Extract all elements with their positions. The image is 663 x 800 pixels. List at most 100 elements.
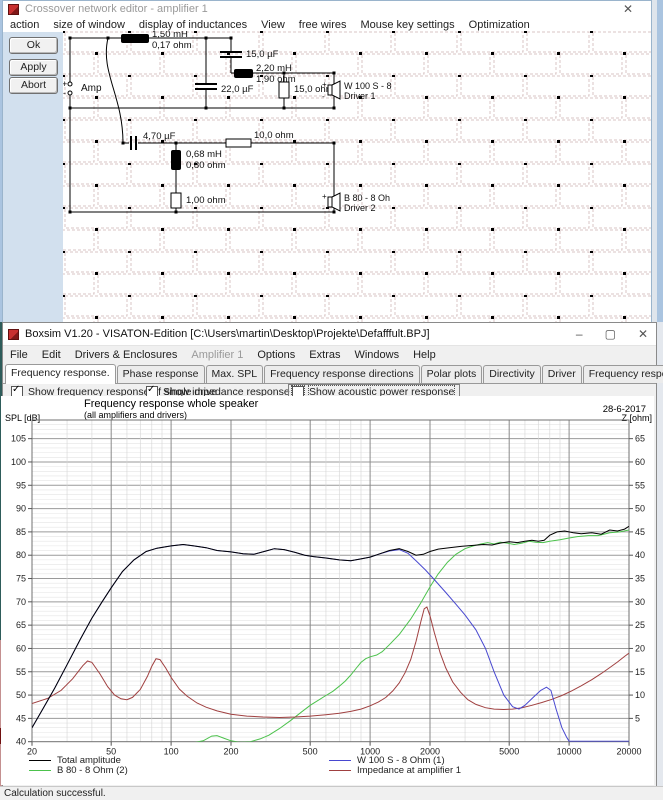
node-dot[interactable] [332, 106, 336, 110]
tick-label: 5 [635, 713, 640, 723]
tab[interactable]: Frequency response electr.. [582, 365, 663, 383]
tab[interactable]: Driver [541, 365, 582, 383]
inductor-symbol[interactable] [171, 150, 181, 170]
component-label: + [322, 192, 327, 201]
amp-minus-terminal[interactable] [67, 90, 73, 96]
node-dot[interactable] [204, 36, 208, 40]
node-dot[interactable] [204, 106, 208, 110]
component-label: 1,00 ohm [186, 195, 226, 206]
menu-item[interactable]: Optimization [462, 18, 537, 32]
legend-label: Impedance at amplifier 1 [357, 764, 462, 776]
menu-item[interactable]: View [254, 18, 292, 32]
node-dot[interactable] [229, 36, 233, 40]
tab[interactable]: Polar plots [420, 365, 483, 383]
component-label: 0,17 ohm [152, 40, 192, 51]
tick-label: 15 [635, 667, 645, 677]
tick-label: 55 [635, 480, 645, 490]
grid-pattern[interactable] [63, 31, 651, 322]
node-dot[interactable] [332, 210, 336, 214]
editor-button[interactable]: Ok [9, 37, 58, 54]
menu-item[interactable]: Options [250, 348, 302, 362]
tick-label: 80 [16, 550, 26, 560]
component-label: - [63, 88, 66, 98]
component-label: 2,20 mH [256, 63, 292, 74]
chart-plot: 1051009590858075706560555045406560555045… [11, 419, 645, 757]
resistor-symbol[interactable] [225, 138, 252, 148]
editor-button-panel: Ok Apply Abort [3, 32, 63, 322]
editor-button[interactable]: Apply [9, 59, 58, 76]
menu-item[interactable]: action [3, 18, 46, 32]
component-label: Driver 2 [344, 203, 376, 213]
tick-label: 75 [16, 574, 26, 584]
tick-label: 25 [635, 620, 645, 630]
tick-label: 50 [635, 504, 645, 514]
menu-item[interactable]: Mouse key settings [353, 18, 461, 32]
node-dot[interactable] [174, 141, 178, 145]
inductor-symbol[interactable] [121, 34, 149, 43]
tick-label: 20000 [616, 747, 641, 757]
legend-item: Impedance at amplifier 1 [329, 764, 462, 776]
crossover-editor-window: Crossover network editor - amplifier 1 ✕… [2, 0, 652, 322]
menu-item[interactable]: Edit [35, 348, 68, 362]
series-0 [32, 525, 629, 728]
node-dot[interactable] [121, 141, 125, 145]
amp-plus-terminal[interactable] [67, 81, 73, 87]
legend-swatch [329, 759, 351, 761]
plot-border [31, 419, 630, 743]
window-title: Crossover network editor - amplifier 1 [25, 3, 208, 15]
app-icon [8, 328, 19, 340]
speaker-icon[interactable] [327, 196, 333, 208]
maximize-icon[interactable]: ▢ [605, 327, 616, 341]
close-icon[interactable]: ✕ [623, 2, 633, 16]
node-dot[interactable] [106, 36, 110, 40]
menu-item[interactable]: free wires [292, 18, 354, 32]
component-label: 4,70 µF [143, 131, 176, 142]
titlebar[interactable]: Crossover network editor - amplifier 1 ✕ [3, 1, 651, 17]
node-dot[interactable] [174, 210, 178, 214]
component-label: Driver 1 [344, 91, 376, 101]
component-label: B 80 - 8 Oh [344, 193, 390, 203]
tick-label: 105 [11, 434, 26, 444]
menu-item[interactable]: size of window [46, 18, 132, 32]
menu-item[interactable]: Drivers & Enclosures [68, 348, 185, 362]
menu-item[interactable]: Extras [302, 348, 347, 362]
legend-item: Total amplitude [29, 755, 128, 766]
node-dot[interactable] [332, 141, 336, 145]
close-icon[interactable]: ✕ [638, 327, 648, 341]
titlebar[interactable]: Boxsim V1.20 - VISATON-Edition [C:\Users… [3, 323, 656, 346]
menu-item[interactable]: Windows [347, 348, 406, 362]
chart-legend: W 100 S - 8 Ohm (1) Impedance at amplifie… [329, 755, 462, 776]
desktop-background [657, 0, 663, 800]
component-label: Amp [81, 83, 102, 94]
node-dot[interactable] [282, 71, 286, 75]
tick-label: 85 [16, 527, 26, 537]
resistor-symbol[interactable] [170, 192, 182, 209]
node-dot[interactable] [68, 36, 72, 40]
menu-item[interactable]: Help [406, 348, 443, 362]
editor-button[interactable]: Abort [9, 77, 58, 94]
legend-swatch [29, 769, 51, 771]
legend-label: B 80 - 8 Ohm (2) [57, 764, 128, 776]
tab[interactable]: Directivity [483, 365, 541, 383]
resistor-symbol[interactable] [278, 81, 290, 99]
component-label: 0,68 mH [186, 149, 222, 160]
series-1 [195, 529, 629, 742]
tab[interactable]: Phase response [116, 365, 205, 383]
component-label: 22,0 µF [221, 84, 254, 95]
inductor-symbol[interactable] [234, 69, 253, 78]
status-bar: Calculation successful. [0, 786, 663, 800]
node-dot[interactable] [68, 106, 72, 110]
tab-bar: Frequency response. Phase response Max. SP… [3, 364, 663, 384]
speaker-icon[interactable] [327, 84, 333, 96]
tab[interactable]: Max. SPL [205, 365, 264, 383]
menu-item[interactable]: Amplifier 1 [184, 348, 250, 362]
menu-item[interactable]: File [3, 348, 35, 362]
tab[interactable]: Frequency response directions [264, 365, 420, 383]
menu-item[interactable]: display of inductances [132, 18, 254, 32]
tab[interactable]: Frequency response. [5, 364, 116, 384]
node-dot[interactable] [282, 106, 286, 110]
node-dot[interactable] [68, 210, 72, 214]
node-dot[interactable] [332, 71, 336, 75]
schematic-canvas[interactable]: + - Amp 1,50 mH0,17 ohm 2,20 mH1,90 ohm 0,68 … [63, 31, 651, 322]
minimize-icon[interactable]: – [576, 327, 583, 341]
